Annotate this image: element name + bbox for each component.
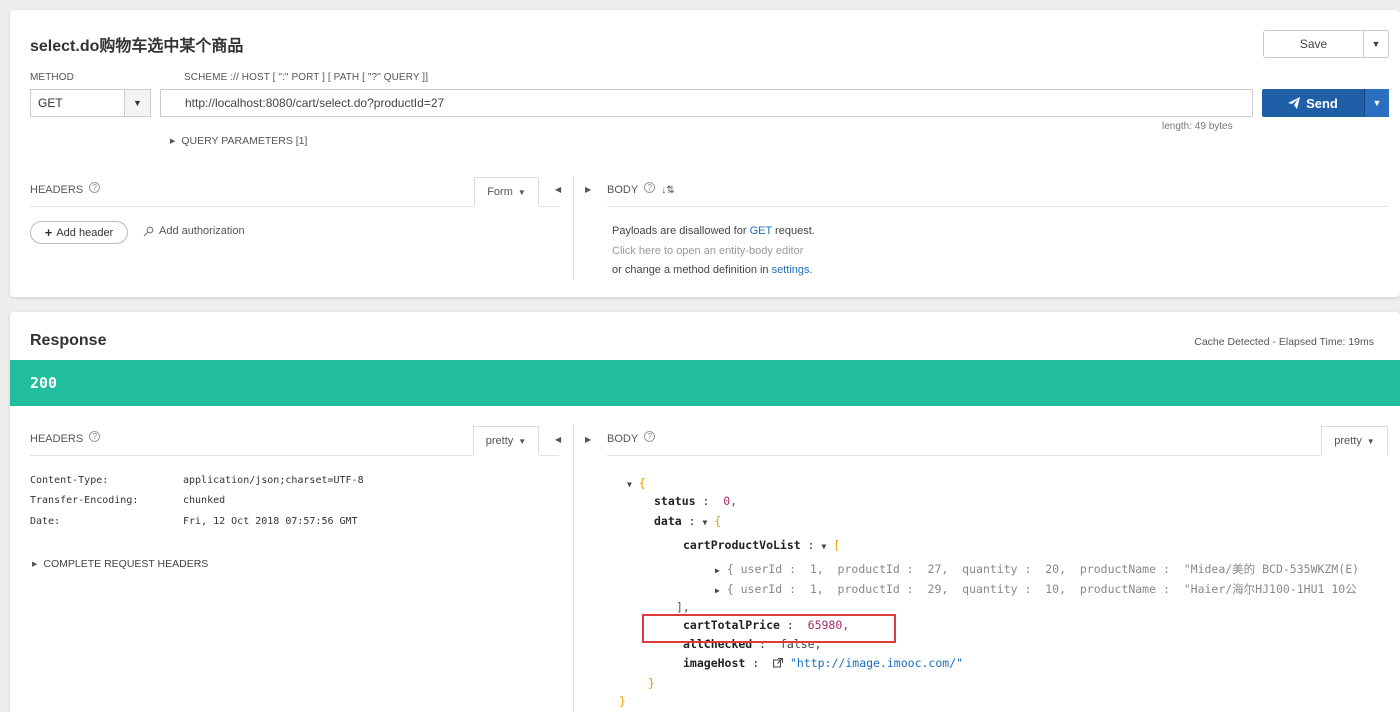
add-header-button[interactable]: + Add header [30,221,128,244]
divider [607,455,1321,456]
query-parameters-toggle[interactable]: ▶ QUERY PARAMETERS [1] [170,135,307,147]
collapse-triangle-icon[interactable]: ▼ [821,542,826,551]
json-data-close: } [648,676,655,690]
method-select[interactable]: GET ▼ [30,89,151,117]
help-icon[interactable]: ? [644,181,656,193]
request-headers-heading: HEADERS ? [30,181,101,196]
key-icon [143,226,154,236]
response-headers-mode-select[interactable]: pretty ▼ [473,426,539,455]
add-authorization-button[interactable]: Add authorization [143,225,245,237]
sort-icon[interactable]: ↓⇅ [661,185,674,196]
header-row: Transfer-Encoding: chunked [30,495,226,507]
expand-triangle-icon: ▶ [32,561,38,568]
json-row-status: status : 0, [654,494,738,508]
highlight-box [642,614,896,643]
caret-down-icon: ▼ [518,436,527,446]
save-button[interactable]: Save ▼ [1263,30,1389,58]
image-host-link[interactable]: "http://image.imooc.com/" [790,656,963,670]
response-panel: Response Cache Detected - Elapsed Time: … [10,312,1400,712]
caret-down-icon: ▼ [1366,436,1375,446]
expand-triangle-icon: ▶ [170,138,176,145]
send-button-label: Send [1306,95,1338,111]
json-list-close: ], [676,600,690,614]
length-note: length: 49 bytes [1162,121,1233,132]
cache-note: Cache Detected - Elapsed Time: 19ms [1194,336,1374,348]
method-value[interactable]: GET [31,90,124,116]
url-input[interactable] [160,89,1253,117]
external-link-icon[interactable] [773,658,784,668]
query-parameters-label: QUERY PARAMETERS [1] [181,135,308,147]
collapse-right-icon[interactable]: ▶ [585,185,591,194]
divider [539,206,559,207]
divider [607,206,1388,207]
headers-mode-select[interactable]: Form ▼ [474,177,539,206]
request-body-heading: BODY ? ↓⇅ [607,181,675,196]
expand-triangle-icon[interactable]: ▶ [715,566,720,575]
send-button[interactable]: Send ▼ [1262,89,1389,117]
settings-link[interactable]: settings [772,264,810,276]
response-body-heading: BODY ? [607,430,656,445]
collapse-left-icon[interactable]: ◀ [555,435,561,444]
divider [30,455,473,456]
collapse-left-icon[interactable]: ◀ [555,185,561,194]
status-bar [10,360,1400,406]
collapse-triangle-icon[interactable]: ▼ [627,480,632,489]
status-code: 200 [30,374,58,392]
save-dropdown-caret-icon[interactable]: ▼ [1364,31,1388,57]
payload-message: Payloads are disallowed for GET request.… [612,225,815,276]
json-list-item[interactable]: ▶ { userId : 1, productId : 29, quantity… [715,581,1357,597]
method-link[interactable]: GET [750,225,772,237]
caret-down-icon: ▼ [517,187,526,197]
json-root-close: } [619,694,626,708]
response-title: Response [30,332,107,349]
response-headers-table: Content-Type: application/json;charset=U… [30,470,364,532]
plus-icon: + [44,225,53,240]
help-icon[interactable]: ? [89,181,101,193]
header-row: Date: Fri, 12 Oct 2018 07:57:56 GMT [30,515,358,527]
response-body-mode-select[interactable]: pretty ▼ [1321,426,1388,455]
method-label: METHOD [30,72,74,83]
json-root-open[interactable]: ▼ { [627,476,646,490]
header-row: Content-Type: application/json;charset=U… [30,474,364,486]
collapse-triangle-icon[interactable]: ▼ [702,518,707,527]
divider [573,424,574,712]
request-panel: select.do购物车选中某个商品 Save ▼ METHOD SCHEME … [10,10,1400,297]
url-label: SCHEME :// HOST [ ":" PORT ] [ PATH [ "?… [184,72,429,83]
json-row-cart-list: cartProductVoList : ▼ [ [683,538,841,552]
divider [30,206,474,207]
send-dropdown-caret-icon[interactable]: ▼ [1365,89,1389,117]
expand-triangle-icon[interactable]: ▶ [715,586,720,595]
save-button-label[interactable]: Save [1264,31,1364,57]
help-icon[interactable]: ? [89,430,101,442]
request-title[interactable]: select.do购物车选中某个商品 [30,32,243,56]
method-caret-icon[interactable]: ▼ [124,90,150,116]
collapse-right-icon[interactable]: ▶ [585,435,591,444]
json-row-image-host: imageHost : "http://image.imooc.com/" [683,656,964,670]
open-entity-editor-link[interactable]: Click here to open an entity-body editor [612,242,815,262]
complete-request-headers-toggle[interactable]: ▶ COMPLETE REQUEST HEADERS [32,558,208,570]
response-headers-heading: HEADERS ? [30,430,101,445]
help-icon[interactable]: ? [644,430,656,442]
paper-plane-icon [1288,97,1301,109]
json-list-item[interactable]: ▶ { userId : 1, productId : 27, quantity… [715,561,1359,577]
json-row-data: data : ▼ { [654,514,722,528]
divider [539,455,559,456]
divider [573,176,574,280]
